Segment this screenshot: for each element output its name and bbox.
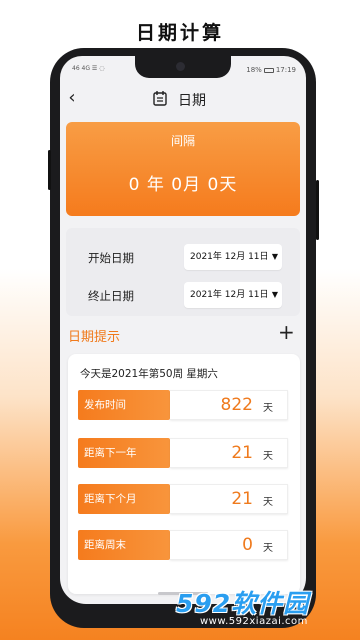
- promo-title: 日期计算: [135, 22, 224, 44]
- stat-value: 822: [220, 395, 253, 415]
- stat-unit: 天: [263, 497, 273, 508]
- status-signal: 46 4G ☰ ◌: [72, 65, 105, 72]
- date-range-card: 开始日期 2021年 12月 11日 ▼ 终止日期 2021年 12月 11日 …: [66, 228, 300, 316]
- status-right: 18% 17:19: [246, 66, 296, 74]
- date-tips-title: 日期提示: [68, 330, 121, 345]
- interval-label: 间隔: [170, 134, 195, 148]
- phone-side-button: [48, 150, 51, 190]
- app-header: ‹ 日期: [60, 84, 306, 114]
- page-title: 日期: [178, 93, 206, 109]
- stat-label: 距离下个月: [78, 484, 170, 514]
- battery-icon: [263, 67, 274, 73]
- start-date-picker[interactable]: 2021年 12月 11日 ▼: [184, 244, 282, 270]
- back-chevron-icon[interactable]: ‹: [64, 86, 80, 110]
- watermark-url: www.592xiazai.com: [200, 616, 308, 627]
- stat-value: 21: [231, 443, 253, 463]
- camera-notch: [135, 56, 231, 78]
- stat-value-box: 21 天: [170, 484, 288, 514]
- stat-row-weekend: 距离周末 0 天: [78, 530, 288, 560]
- interval-card: 间隔 0 年 0月 0天: [66, 122, 300, 216]
- stat-label: 距离周末: [78, 530, 170, 560]
- stat-value-box: 21 天: [170, 438, 288, 468]
- start-date-value: 2021年 12月 11日: [190, 252, 269, 262]
- end-date-label: 终止日期: [88, 289, 134, 303]
- stat-unit: 天: [263, 543, 273, 554]
- interval-value: 0 年 0月 0天: [128, 175, 238, 195]
- dropdown-caret-icon: ▼: [271, 252, 278, 261]
- stat-value: 21: [231, 489, 253, 509]
- watermark-logo: 592软件园: [176, 589, 310, 618]
- stat-row-publish: 发布时间 822 天: [78, 390, 288, 420]
- start-date-row: 开始日期 2021年 12月 11日 ▼: [66, 242, 300, 272]
- stat-row-next-month: 距离下个月 21 天: [78, 484, 288, 514]
- end-date-row: 终止日期 2021年 12月 11日 ▼: [66, 280, 300, 310]
- status-time: 17:19: [275, 66, 296, 74]
- app-screen: 46 4G ☰ ◌ 18% 17:19 ‹ 日期 间隔 0 年 0月 0天 开始日…: [60, 56, 306, 604]
- stat-value: 0: [242, 535, 253, 555]
- stat-label: 发布时间: [78, 390, 170, 420]
- stat-row-next-year: 距离下一年 21 天: [78, 438, 288, 468]
- end-date-value: 2021年 12月 11日: [190, 290, 269, 300]
- stat-unit: 天: [263, 451, 273, 462]
- today-info: 今天是2021年第50周 星期六: [80, 368, 218, 380]
- stat-value-box: 822 天: [170, 390, 288, 420]
- stat-unit: 天: [263, 403, 273, 414]
- calendar-icon: [153, 91, 167, 106]
- date-tips-card: 今天是2021年第50周 星期六 发布时间 822 天 距离下一年 21 天 距…: [68, 354, 300, 594]
- plus-icon[interactable]: +: [278, 321, 295, 343]
- camera-icon: [176, 62, 185, 71]
- phone-side-button: [316, 180, 319, 240]
- end-date-picker[interactable]: 2021年 12月 11日 ▼: [184, 282, 282, 308]
- stat-value-box: 0 天: [170, 530, 288, 560]
- start-date-label: 开始日期: [88, 251, 134, 265]
- dropdown-caret-icon: ▼: [271, 290, 278, 299]
- stat-label: 距离下一年: [78, 438, 170, 468]
- battery-percent: 18%: [246, 66, 262, 74]
